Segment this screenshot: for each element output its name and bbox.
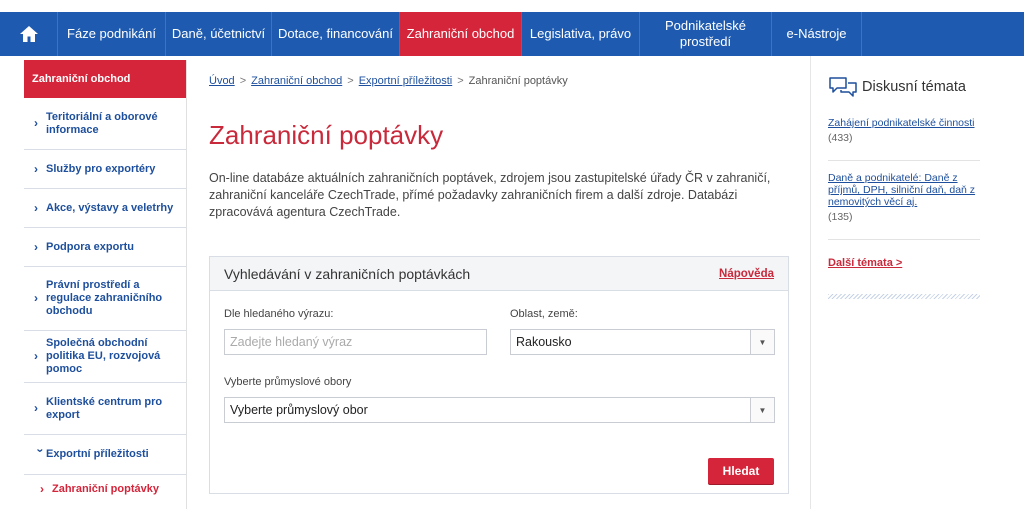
- sidebar-item-spolecna-politika[interactable]: › Společná obchodní politika EU, rozvojov…: [24, 331, 186, 383]
- discussion-topic-link[interactable]: Daně a podnikatelé: Daně z příjmů, DPH, …: [828, 172, 980, 208]
- chevron-down-icon: ›: [33, 448, 48, 453]
- sidebar-header[interactable]: Zahraniční obchod: [24, 60, 186, 98]
- sidebar-header-label: Zahraniční obchod: [32, 73, 131, 85]
- chevron-right-icon: ›: [34, 291, 38, 305]
- industry-label: Vyberte průmyslové obory: [224, 376, 352, 388]
- nav-item-e-nastroje[interactable]: e-Nástroje: [772, 12, 862, 56]
- top-strip: [0, 0, 1024, 12]
- sidebar-item-pravni-prostredi[interactable]: › Právní prostředí a regulace zahraničníh…: [24, 267, 186, 331]
- discussion-topic-count: (135): [828, 211, 853, 223]
- home-icon: [19, 26, 38, 42]
- sidebar-item-podpora[interactable]: › Podpora exportu: [24, 228, 186, 267]
- industry-select[interactable]: Vyberte průmyslový obor ▼: [224, 397, 775, 423]
- chevron-right-icon: ›: [34, 239, 38, 254]
- home-button[interactable]: [0, 12, 58, 56]
- search-button[interactable]: Hledat: [708, 458, 774, 484]
- chevron-right-icon: ›: [34, 349, 38, 363]
- breadcrumb-separator: >: [347, 75, 354, 87]
- region-select[interactable]: Rakousko ▼: [510, 329, 775, 355]
- nav-item-label-line2: prostředí: [679, 34, 732, 49]
- keyword-placeholder: Zadejte hledaný výraz: [230, 335, 353, 349]
- search-panel-header: Vyhledávání v zahraničních poptávkách Ná…: [210, 257, 788, 291]
- chevron-right-icon: ›: [34, 401, 38, 415]
- breadcrumb-separator: >: [239, 75, 247, 87]
- nav-item-podnikatelske-prostredi[interactable]: Podnikatelské prostředí: [640, 12, 772, 56]
- help-link[interactable]: Nápověda: [719, 268, 774, 280]
- discussion-topic-count: (433): [828, 132, 853, 144]
- sidebar-item-label: Služby pro exportéry: [46, 162, 156, 175]
- dropdown-arrow-icon[interactable]: ▼: [750, 398, 774, 422]
- search-panel-title: Vyhledávání v zahraničních poptávkách: [224, 265, 471, 282]
- nav-item-label: Dotace, financování: [278, 26, 393, 41]
- nav-item-dotace-financovani[interactable]: Dotace, financování: [272, 12, 400, 56]
- breadcrumb-separator: >: [457, 75, 464, 87]
- sidebar-item-label: Právní prostředí a regulace zahraničního…: [46, 279, 163, 317]
- nav-item-label: Podnikatelské: [665, 18, 746, 33]
- discussion-topic: Zahájení podnikatelské činnosti (433): [828, 117, 980, 144]
- sidebar: Zahraniční obchod › Teritoriální a oborov…: [24, 60, 187, 509]
- sidebar-item-sluzby[interactable]: › Služby pro exportéry: [24, 150, 186, 189]
- nav-item-legislativa-pravo[interactable]: Legislativa, právo: [522, 12, 640, 56]
- breadcrumb: Úvod > Zahraniční obchod > Exportní příležit…: [209, 75, 568, 87]
- sidebar-subitem-zahranicni-poptavky[interactable]: › Zahraniční poptávky: [24, 475, 186, 503]
- chevron-right-icon: ›: [34, 161, 38, 176]
- breadcrumb-link-exportni-prilezitosti[interactable]: Exportní příležitosti: [359, 75, 453, 87]
- discussion-title: Diskusní témata: [862, 79, 966, 95]
- nav-item-dane-ucetnictvi[interactable]: Daně, účetnictví: [166, 12, 272, 56]
- sidebar-item-label: Společná obchodní politika EU, rozvojová…: [46, 337, 161, 375]
- sidebar-item-teritorialni[interactable]: › Teritoriální a oborové informace: [24, 98, 186, 150]
- sidebar-item-label: Exportní příležitosti: [46, 448, 149, 460]
- sidebar-item-klientske-centrum[interactable]: › Klientské centrum pro export: [24, 383, 186, 435]
- chevron-right-icon: ›: [34, 200, 38, 215]
- main-nav: Fáze podnikání Daně, účetnictví Dotace, …: [0, 12, 1024, 56]
- region-label: Oblast, země:: [510, 308, 578, 320]
- sidebar-item-akce[interactable]: › Akce, výstavy a veletrhy: [24, 189, 186, 228]
- speech-bubbles-icon: [829, 77, 857, 97]
- chevron-right-icon: ›: [34, 116, 38, 130]
- sidebar-item-label: Teritoriální a oborové informace: [46, 110, 158, 136]
- keyword-label: Dle hledaného výrazu:: [224, 308, 334, 320]
- sidebar-item-label: Zahraniční poptávky: [52, 482, 159, 495]
- sidebar-item-label: Klientské centrum pro export: [46, 395, 163, 421]
- keyword-input[interactable]: Zadejte hledaný výraz: [224, 329, 487, 355]
- breadcrumb-link-uvod[interactable]: Úvod: [209, 75, 235, 87]
- nav-item-faze-podnikani[interactable]: Fáze podnikání: [58, 12, 166, 56]
- discussion-header: Diskusní témata: [828, 76, 966, 98]
- sidebar-item-label: Akce, výstavy a veletrhy: [46, 201, 174, 214]
- breadcrumb-current: Zahraniční poptávky: [468, 75, 568, 87]
- nav-item-zahranicni-obchod[interactable]: Zahraniční obchod: [400, 12, 522, 56]
- sidebar-item-label: Podpora exportu: [46, 240, 135, 253]
- industry-select-value: Vyberte průmyslový obor: [230, 403, 368, 417]
- nav-filler: [862, 12, 1024, 56]
- nav-item-label: Fáze podnikání: [67, 26, 156, 41]
- discussion-topic: Daně a podnikatelé: Daně z příjmů, DPH, …: [828, 172, 980, 223]
- nav-item-label: Legislativa, právo: [529, 26, 632, 41]
- right-column-divider: [810, 56, 811, 509]
- divider: [828, 239, 980, 240]
- divider: [828, 160, 980, 161]
- region-select-value: Rakousko: [516, 335, 572, 349]
- hatched-divider: [828, 294, 980, 299]
- breadcrumb-link-zahranicni-obchod[interactable]: Zahraniční obchod: [251, 75, 342, 87]
- nav-item-label: e-Nástroje: [786, 26, 847, 41]
- page-title: Zahraniční poptávky: [209, 120, 444, 150]
- nav-item-label: Zahraniční obchod: [406, 26, 515, 41]
- discussion-topic-link[interactable]: Zahájení podnikatelské činnosti: [828, 117, 980, 129]
- page-intro: On-line databáze aktuálních zahraničních…: [209, 171, 771, 219]
- dropdown-arrow-icon[interactable]: ▼: [750, 330, 774, 354]
- more-topics-link[interactable]: Další témata >: [828, 257, 902, 269]
- search-panel: Vyhledávání v zahraničních poptávkách Ná…: [209, 256, 789, 494]
- chevron-right-icon: ›: [40, 481, 44, 496]
- nav-item-label: Daně, účetnictví: [171, 26, 266, 41]
- sidebar-item-exportni-prilezitosti[interactable]: › Exportní příležitosti: [24, 435, 186, 475]
